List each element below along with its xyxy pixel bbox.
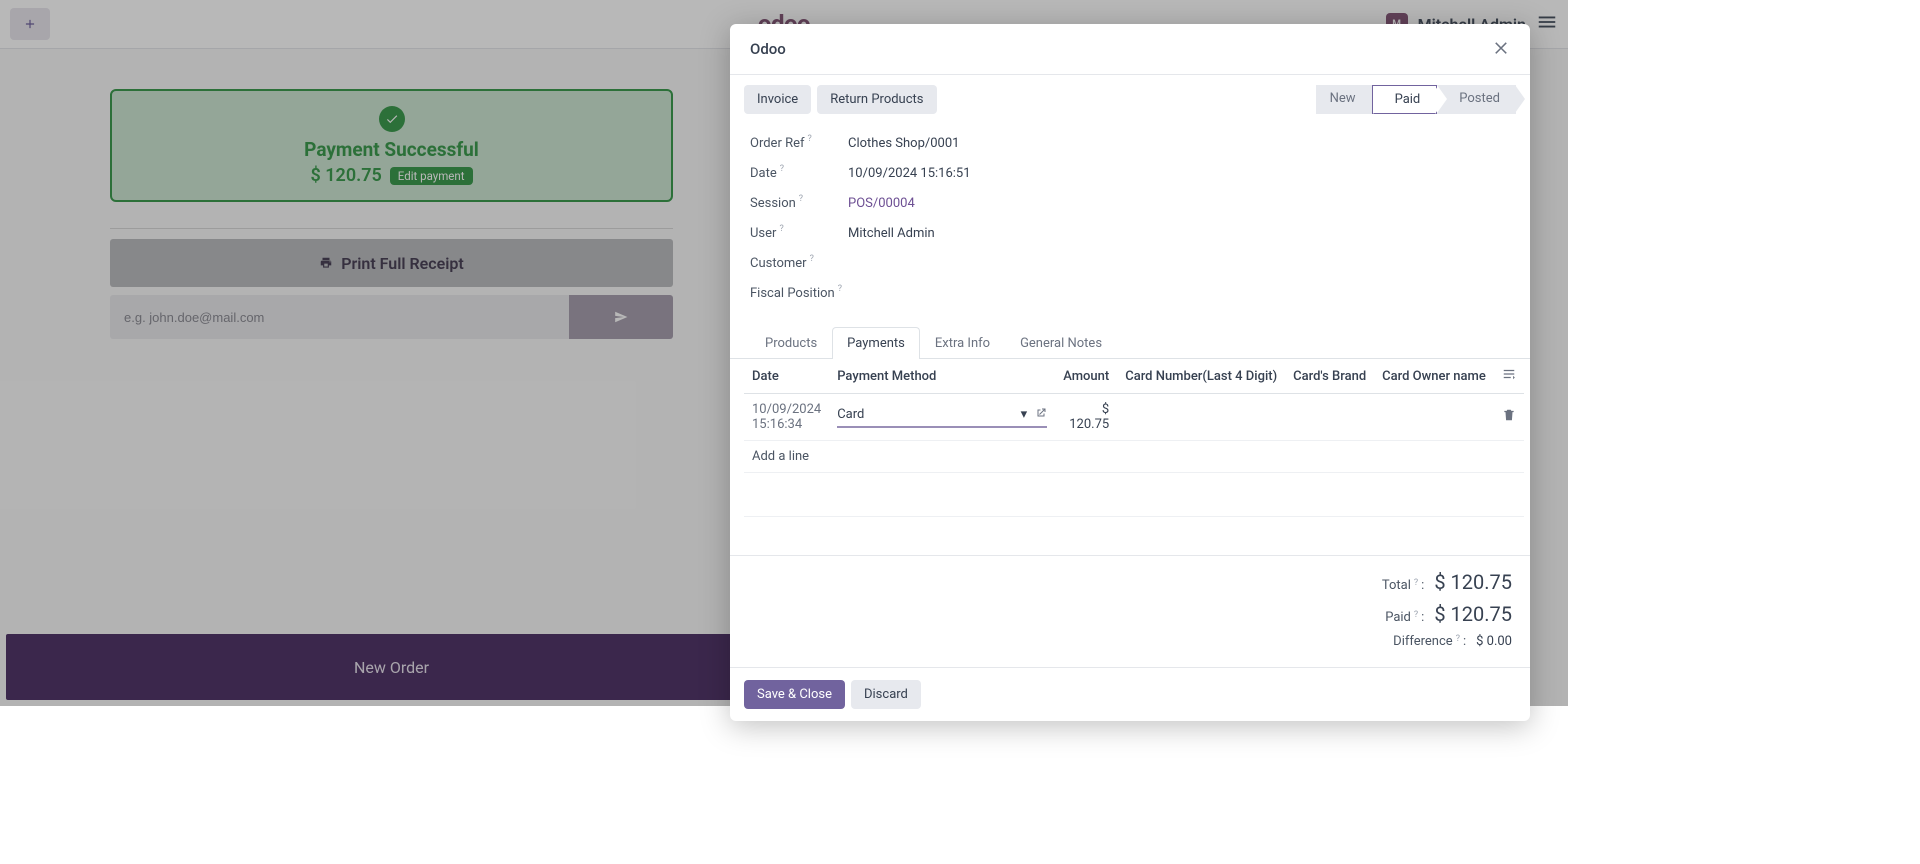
- status-new[interactable]: New: [1316, 85, 1372, 114]
- delete-row-icon[interactable]: [1502, 408, 1516, 422]
- modal-title: Odoo: [750, 40, 786, 58]
- add-line-row[interactable]: Add a line: [744, 441, 1524, 473]
- paid-label: Paid?:: [1385, 610, 1424, 625]
- external-link-icon[interactable]: [1035, 407, 1047, 423]
- status-bar: New Paid Posted: [1316, 85, 1516, 114]
- col-date[interactable]: Date: [744, 359, 829, 394]
- date-label: Date?: [750, 166, 848, 181]
- cell-date[interactable]: 10/09/2024 15:16:34: [744, 394, 829, 441]
- dropdown-caret-icon[interactable]: ▾: [1021, 407, 1028, 422]
- customer-label: Customer?: [750, 256, 848, 271]
- col-card-number[interactable]: Card Number(Last 4 Digit): [1117, 359, 1285, 394]
- payment-method-value: Card: [837, 407, 864, 422]
- add-line-label: Add a line: [744, 441, 1524, 473]
- user-value[interactable]: Mitchell Admin: [848, 226, 935, 241]
- cell-amount[interactable]: $ 120.75: [1055, 394, 1117, 441]
- status-paid[interactable]: Paid: [1372, 85, 1438, 114]
- cell-payment-method[interactable]: Card ▾: [829, 394, 1055, 441]
- tab-payments[interactable]: Payments: [832, 327, 920, 359]
- difference-value: $ 0.00: [1476, 634, 1512, 649]
- date-value: 10/09/2024 15:16:51: [848, 166, 971, 181]
- order-ref-value: Clothes Shop/0001: [848, 136, 959, 151]
- session-link[interactable]: POS/00004: [848, 196, 915, 211]
- order-modal: Odoo Invoice Return Products New Paid Po…: [730, 24, 1530, 721]
- table-settings-icon[interactable]: [1502, 367, 1516, 381]
- col-card-owner[interactable]: Card Owner name: [1374, 359, 1494, 394]
- tab-general-notes[interactable]: General Notes: [1005, 327, 1117, 359]
- paid-value: $ 120.75: [1434, 602, 1512, 626]
- col-amount[interactable]: Amount: [1055, 359, 1117, 394]
- cell-card-owner[interactable]: [1374, 394, 1494, 441]
- total-label: Total?:: [1382, 578, 1424, 593]
- session-label: Session?: [750, 196, 848, 211]
- invoice-button[interactable]: Invoice: [744, 85, 811, 114]
- table-row[interactable]: 10/09/2024 15:16:34 Card ▾: [744, 394, 1524, 441]
- modal-close-button[interactable]: [1492, 38, 1510, 60]
- cell-card-number[interactable]: [1117, 394, 1285, 441]
- return-products-button[interactable]: Return Products: [817, 85, 936, 114]
- col-cards-brand[interactable]: Card's Brand: [1285, 359, 1374, 394]
- close-icon: [1492, 38, 1510, 56]
- user-label: User?: [750, 226, 848, 241]
- cell-cards-brand[interactable]: [1285, 394, 1374, 441]
- col-payment-method[interactable]: Payment Method: [829, 359, 1055, 394]
- tab-products[interactable]: Products: [750, 327, 832, 359]
- save-close-button[interactable]: Save & Close: [744, 680, 845, 709]
- total-value: $ 120.75: [1434, 570, 1512, 594]
- difference-label: Difference?:: [1393, 634, 1466, 649]
- tab-extra-info[interactable]: Extra Info: [920, 327, 1005, 359]
- order-ref-label: Order Ref?: [750, 136, 848, 151]
- fiscal-position-label: Fiscal Position?: [750, 286, 848, 301]
- empty-row: [744, 517, 1524, 555]
- status-posted[interactable]: Posted: [1437, 85, 1516, 114]
- discard-button[interactable]: Discard: [851, 680, 921, 709]
- payments-table: Date Payment Method Amount Card Number(L…: [744, 359, 1524, 555]
- empty-row: [744, 473, 1524, 517]
- tabs: Products Payments Extra Info General Not…: [730, 326, 1530, 359]
